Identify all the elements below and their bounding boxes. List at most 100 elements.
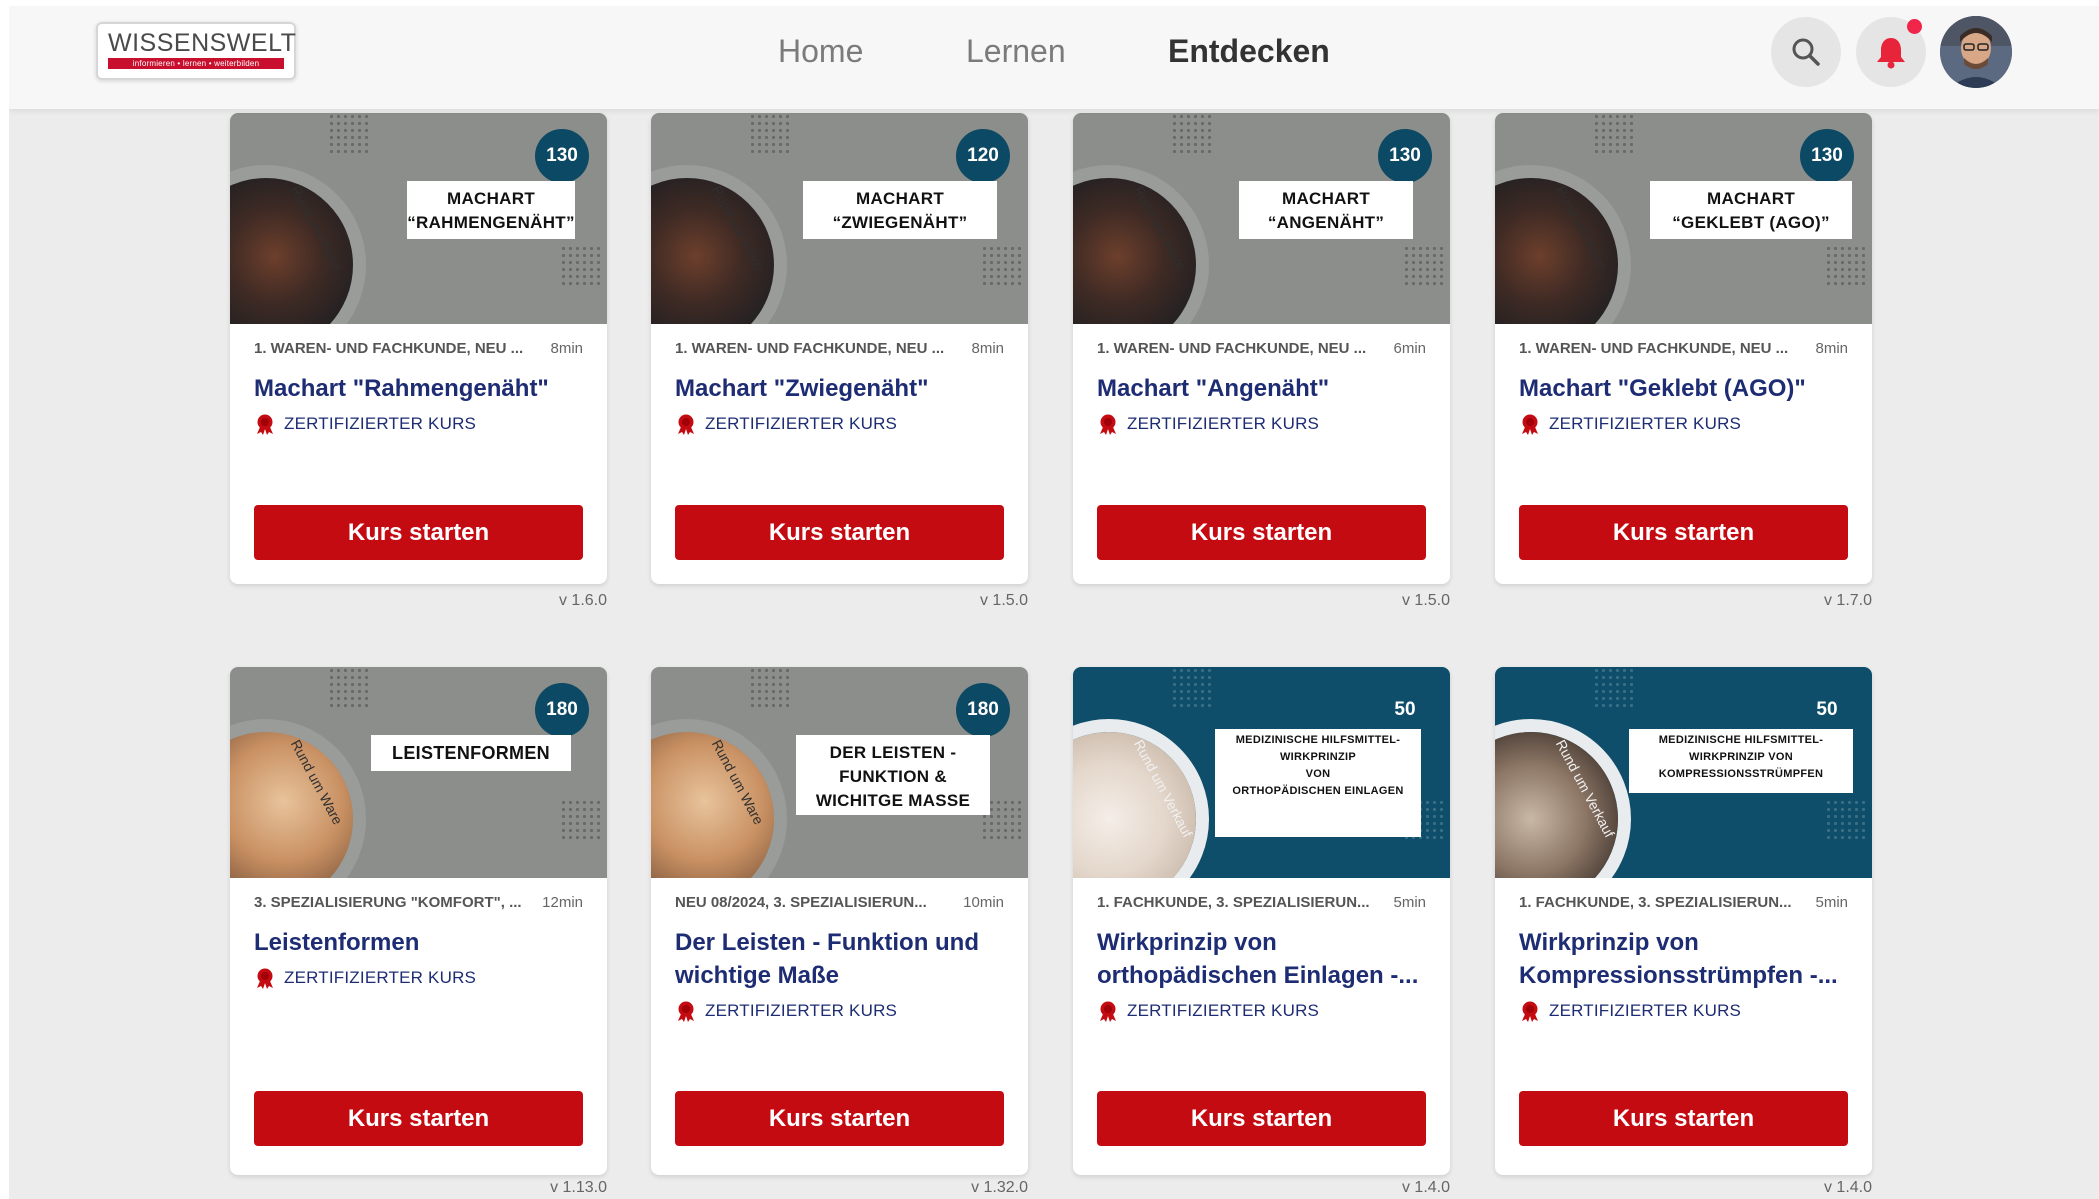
certified-course-text: ZERTIFIZIERTER KURS xyxy=(284,414,477,433)
start-course-button[interactable]: Kurs starten xyxy=(1097,1091,1426,1146)
course-meta: 1. WAREN- UND FACHKUNDE, NEU ... 6min xyxy=(1097,340,1426,360)
certificate-rosette-icon xyxy=(678,1001,694,1022)
course-version: v 1.5.0 xyxy=(1401,592,1450,609)
thumbnail-title: MACHART “GEKLEBT (AGO)” xyxy=(1650,181,1852,239)
decor-dots xyxy=(328,667,368,707)
course-version: v 1.13.0 xyxy=(550,1179,607,1196)
course-meta: 1. WAREN- UND FACHKUNDE, NEU ... 8min xyxy=(675,340,1004,360)
course-card[interactable]: Rund um Ware 180 LEISTENFORMEN 3. SPEZIA… xyxy=(230,667,607,1175)
course-duration: 12min xyxy=(542,894,583,911)
course-thumbnail[interactable]: Rund um Verkauf 50 MEDIZINISCHE HILFSMIT… xyxy=(1073,667,1450,878)
course-card[interactable]: Rund um Ware 130 MACHART “GEKLEBT (AGO)” … xyxy=(1495,113,1872,584)
thumbnail-title: MACHART “RAHMENGENÄHT” xyxy=(407,181,575,239)
start-course-button[interactable]: Kurs starten xyxy=(254,1091,583,1146)
points-badge: 130 xyxy=(1800,129,1854,183)
bell-icon xyxy=(1877,38,1905,69)
course-version: v 1.4.0 xyxy=(1823,1179,1872,1196)
course-title[interactable]: Der Leisten - Funktion und wichtige Maße xyxy=(675,926,1004,992)
course-duration: 6min xyxy=(1393,340,1426,357)
certified-course-text: ZERTIFIZIERTER KURS xyxy=(1127,1001,1320,1020)
certified-course-label: ZERTIFIZIERTER KURS xyxy=(675,1000,897,1022)
start-course-button[interactable]: Kurs starten xyxy=(675,1091,1004,1146)
course-category: 1. WAREN- UND FACHKUNDE, NEU ... xyxy=(1097,340,1367,357)
points-badge: 180 xyxy=(535,683,589,737)
course-card[interactable]: Rund um Ware 120 MACHART “ZWIEGENÄHT” 1. … xyxy=(651,113,1028,584)
course-title[interactable]: Machart "Zwiegenäht" xyxy=(675,372,1004,405)
course-title[interactable]: Machart "Geklebt (AGO)" xyxy=(1519,372,1848,405)
course-card[interactable]: Rund um Ware 130 MACHART “RAHMENGENÄHT” 1… xyxy=(230,113,607,584)
app-window: WISSENSWELT informieren • lernen • weite… xyxy=(9,6,2099,1199)
search-button[interactable] xyxy=(1771,17,1841,87)
certified-course-label: ZERTIFIZIERTER KURS xyxy=(1519,413,1741,435)
points-badge: 130 xyxy=(535,129,589,183)
course-category: 3. SPEZIALISIERUNG "KOMFORT", ... xyxy=(254,894,522,911)
course-version: v 1.4.0 xyxy=(1401,1179,1450,1196)
certified-course-text: ZERTIFIZIERTER KURS xyxy=(1549,414,1742,433)
nav-entdecken[interactable]: Entdecken xyxy=(1168,33,1330,70)
course-meta: 1. WAREN- UND FACHKUNDE, NEU ... 8min xyxy=(254,340,583,360)
user-avatar[interactable] xyxy=(1940,16,2012,88)
start-course-button[interactable]: Kurs starten xyxy=(254,505,583,560)
course-meta: NEU 08/2024, 3. SPEZIALISIERUN... 10min xyxy=(675,894,1004,914)
course-card[interactable]: Rund um Ware 130 MACHART “ANGENÄHT” 1. WA… xyxy=(1073,113,1450,584)
course-title[interactable]: Wirkprinzip von orthopädischen Einlagen … xyxy=(1097,926,1426,992)
certified-course-text: ZERTIFIZIERTER KURS xyxy=(705,414,898,433)
thumbnail-title: DER LEISTEN - FUNKTION & WICHITGE MASSE xyxy=(796,735,990,815)
top-header: WISSENSWELT informieren • lernen • weite… xyxy=(9,6,2099,109)
decor-dots xyxy=(1825,799,1865,839)
start-course-button[interactable]: Kurs starten xyxy=(675,505,1004,560)
notifications-button[interactable] xyxy=(1856,17,1926,87)
course-meta: 1. FACHKUNDE, 3. SPEZIALISIERUN... 5min xyxy=(1519,894,1848,914)
start-course-button[interactable]: Kurs starten xyxy=(1097,505,1426,560)
points-badge: 130 xyxy=(1378,129,1432,183)
certified-course-label: ZERTIFIZIERTER KURS xyxy=(254,413,476,435)
certificate-rosette-icon xyxy=(1522,414,1538,435)
course-thumbnail[interactable]: Rund um Ware 180 LEISTENFORMEN xyxy=(230,667,607,878)
course-duration: 8min xyxy=(1815,340,1848,357)
course-card[interactable]: Rund um Verkauf 50 MEDIZINISCHE HILFSMIT… xyxy=(1073,667,1450,1175)
course-card[interactable]: Rund um Verkauf 50 MEDIZINISCHE HILFSMIT… xyxy=(1495,667,1872,1175)
search-icon xyxy=(1792,38,1820,66)
course-title[interactable]: Wirkprinzip von Kompressionsstrümpfen -.… xyxy=(1519,926,1848,992)
thumbnail-title: LEISTENFORMEN xyxy=(371,735,571,771)
course-thumbnail[interactable]: Rund um Ware 120 MACHART “ZWIEGENÄHT” xyxy=(651,113,1028,324)
course-thumbnail[interactable]: Rund um Ware 130 MACHART “ANGENÄHT” xyxy=(1073,113,1450,324)
notification-dot xyxy=(1907,19,1922,34)
points-badge: 120 xyxy=(956,129,1010,183)
thumbnail-title: MACHART “ANGENÄHT” xyxy=(1239,181,1413,239)
course-thumbnail[interactable]: Rund um Ware 180 DER LEISTEN - FUNKTION &… xyxy=(651,667,1028,878)
course-card[interactable]: Rund um Ware 180 DER LEISTEN - FUNKTION &… xyxy=(651,667,1028,1175)
course-category: 1. WAREN- UND FACHKUNDE, NEU ... xyxy=(254,340,524,357)
certified-course-text: ZERTIFIZIERTER KURS xyxy=(284,968,477,987)
start-course-button[interactable]: Kurs starten xyxy=(1519,1091,1848,1146)
decor-dots xyxy=(1593,667,1633,707)
course-thumbnail[interactable]: Rund um Ware 130 MACHART “GEKLEBT (AGO)” xyxy=(1495,113,1872,324)
course-title[interactable]: Leistenformen xyxy=(254,926,583,959)
certificate-rosette-icon xyxy=(678,414,694,435)
course-thumbnail[interactable]: Rund um Ware 130 MACHART “RAHMENGENÄHT” xyxy=(230,113,607,324)
course-duration: 8min xyxy=(550,340,583,357)
course-category: NEU 08/2024, 3. SPEZIALISIERUN... xyxy=(675,894,927,911)
course-title[interactable]: Machart "Angenäht" xyxy=(1097,372,1426,405)
nav-home[interactable]: Home xyxy=(778,33,863,70)
certified-course-label: ZERTIFIZIERTER KURS xyxy=(254,967,476,989)
course-meta: 3. SPEZIALISIERUNG "KOMFORT", ... 12min xyxy=(254,894,583,914)
course-category: 1. FACHKUNDE, 3. SPEZIALISIERUN... xyxy=(1097,894,1370,911)
avatar-portrait-icon xyxy=(1940,16,2012,88)
certified-course-label: ZERTIFIZIERTER KURS xyxy=(675,413,897,435)
nav-lernen[interactable]: Lernen xyxy=(966,33,1066,70)
certificate-rosette-icon xyxy=(1100,414,1116,435)
course-thumbnail[interactable]: Rund um Verkauf 50 MEDIZINISCHE HILFSMIT… xyxy=(1495,667,1872,878)
points-badge: 180 xyxy=(956,683,1010,737)
certified-course-text: ZERTIFIZIERTER KURS xyxy=(705,1001,898,1020)
decor-dots xyxy=(328,113,368,153)
start-course-button[interactable]: Kurs starten xyxy=(1519,505,1848,560)
certificate-rosette-icon xyxy=(1100,1001,1116,1022)
decor-dots xyxy=(1403,245,1443,285)
thumbnail-title: MACHART “ZWIEGENÄHT” xyxy=(803,181,997,239)
course-version: v 1.6.0 xyxy=(558,592,607,609)
certified-course-text: ZERTIFIZIERTER KURS xyxy=(1127,414,1320,433)
course-title[interactable]: Machart "Rahmengenäht" xyxy=(254,372,583,405)
course-duration: 5min xyxy=(1815,894,1848,911)
certified-course-text: ZERTIFIZIERTER KURS xyxy=(1549,1001,1742,1020)
